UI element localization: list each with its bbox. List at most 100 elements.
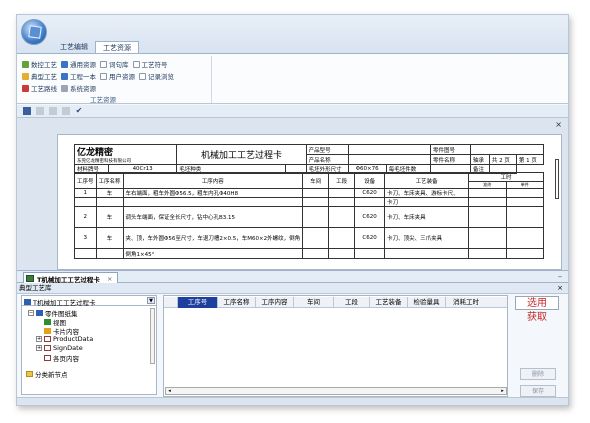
table-icon: [44, 336, 51, 342]
process-card-page: 亿龙精密 东莞亿龙精密科技有限公司 机械加工工艺过程卡 产品型号 零件图号 产品…: [57, 134, 562, 270]
minimize-icon[interactable]: –: [558, 272, 562, 281]
general-resources-button[interactable]: 通用资源: [61, 59, 96, 69]
document-area: × 亿龙精密 东莞亿龙精密科技有限公司 机械加工工艺过程卡 产品型号 零件图号 …: [17, 118, 568, 270]
checkbox-icon: [139, 72, 146, 80]
close-tab-icon[interactable]: ×: [107, 275, 112, 283]
product-name-label: 产品名称: [305, 154, 349, 165]
app-menu-button[interactable]: [21, 19, 47, 45]
tree-node-page-content[interactable]: 各页内容: [44, 353, 79, 363]
tree-scrollbar[interactable]: [150, 308, 155, 364]
user-resources-button[interactable]: 用户资源: [100, 71, 135, 81]
process-route-button[interactable]: 工艺路线: [22, 83, 57, 93]
grid-col-section[interactable]: 工段: [334, 297, 370, 308]
product-code-label: 产品型号: [305, 144, 349, 155]
table-icon: [44, 355, 51, 361]
grid-col-tooling[interactable]: 工艺装备: [370, 297, 408, 308]
grid-col-step-content[interactable]: 工序内容: [256, 297, 294, 308]
tree-node-productdata[interactable]: + ProductData: [36, 335, 93, 343]
chevron-left-icon[interactable]: ◂: [166, 388, 173, 394]
checkbox-icon: [132, 60, 140, 68]
table-icon: [44, 345, 51, 351]
tab-process-resources[interactable]: 工艺资源: [95, 41, 139, 53]
apply-button[interactable]: 选用: [515, 296, 559, 310]
ribbon-row-2: 典型工艺 工程一本 用户资源 记录浏览: [22, 71, 174, 81]
engineering-book-button[interactable]: 工程一本: [61, 71, 96, 81]
collapse-icon[interactable]: −: [28, 310, 34, 316]
card-title: 机械加工工艺过程卡: [176, 144, 307, 165]
grid-col-workshop[interactable]: 车间: [294, 297, 334, 308]
copy-icon[interactable]: [49, 107, 57, 115]
fetch-button[interactable]: 获取: [515, 311, 559, 325]
grid-col-time[interactable]: 消耗工时: [446, 297, 486, 308]
table-row[interactable]: 3 车 夹、顶，车外圆Φ56至尺寸，车退刀槽2×0.5，车M60×2外螺纹，倒角…: [74, 227, 545, 249]
part-name-value[interactable]: 轴承: [470, 154, 490, 165]
table-row[interactable]: 卡刀: [74, 197, 545, 207]
quick-access-toolbar: ✔: [17, 105, 568, 118]
library-panel-header: 典型工艺库 ×: [17, 283, 568, 294]
col-header-section: 工段: [328, 172, 356, 189]
library-title: 典型工艺库: [19, 284, 52, 292]
expand-icon[interactable]: +: [36, 336, 42, 342]
ribbon-tabs: 工艺编辑 工艺资源: [53, 41, 139, 53]
col-header-step-no: 工序号: [74, 172, 97, 189]
col-header-step-content: 工序内容: [122, 172, 304, 189]
ribbon-row-1: 数控工艺 通用资源 词句库 工艺符号: [22, 59, 168, 69]
library-root-select[interactable]: T机械加工工艺过程卡 ▼: [22, 296, 156, 307]
paste-icon[interactable]: [62, 107, 70, 115]
chevron-right-icon[interactable]: ▸: [499, 388, 506, 394]
system-resources-button[interactable]: 系统资源: [61, 83, 96, 93]
col-header-tooling: 工艺装备: [384, 172, 470, 189]
company-name: 东莞亿龙精密科技有限公司: [77, 159, 131, 164]
company-logo: 亿龙精密: [77, 148, 114, 158]
tab-process-edit[interactable]: 工艺编辑: [53, 41, 95, 53]
check-icon[interactable]: ✔: [75, 107, 83, 115]
process-grid: 工序号 工序名称 工序内容 车间 工段 工艺装备 检验量具 消耗工时 ◂ ▸: [163, 295, 508, 397]
document-tabstrip: T机械加工工艺过程卡 × –: [17, 270, 568, 284]
gear-icon: [61, 84, 68, 92]
col-header-step-name: 工序名称: [95, 172, 124, 189]
app-logo-icon: [28, 25, 42, 39]
grid-header: 工序号 工序名称 工序内容 车间 工段 工艺装备 检验量具 消耗工时: [164, 297, 507, 308]
side-actions: 选用 获取 删除 保存: [512, 295, 564, 397]
close-panel-icon[interactable]: ×: [557, 283, 563, 293]
part-name-label: 零件名称: [430, 154, 471, 165]
library-icon: [24, 299, 31, 305]
table-row[interactable]: 1 车 车右端面，粗车外圆Φ56.5，粗车内孔Φ40H8 C620 卡刀、车床夹…: [74, 188, 545, 198]
ribbon-row-3: 工艺路线 系统资源: [22, 83, 96, 93]
tree-node-signdate[interactable]: + SignDate: [36, 344, 83, 352]
record-browse-button[interactable]: 记录浏览: [139, 71, 174, 81]
part-code-label: 零件图号: [430, 144, 471, 155]
save-icon[interactable]: [23, 107, 31, 115]
document-scrollbar[interactable]: [555, 159, 559, 199]
folder-icon: [26, 371, 33, 377]
cut-icon[interactable]: [36, 107, 44, 115]
nc-process-button[interactable]: 数控工艺: [22, 59, 57, 69]
close-icon[interactable]: ×: [555, 120, 562, 129]
col-header-workshop: 车间: [302, 172, 330, 189]
expand-icon[interactable]: +: [36, 345, 42, 351]
grid-scrollbar[interactable]: ◂ ▸: [165, 387, 507, 395]
tree-node-new-category[interactable]: 分类新节点: [26, 369, 68, 379]
process-symbol-button[interactable]: 工艺符号: [132, 59, 168, 69]
folder-icon: [36, 310, 43, 316]
ribbon-group-resources: 数控工艺 通用资源 词句库 工艺符号 典型工艺 工程一本 用户资源 记录浏览 工…: [20, 56, 212, 104]
typical-process-button[interactable]: 典型工艺: [22, 71, 57, 81]
chevron-down-icon[interactable]: ▼: [147, 297, 155, 304]
delete-button[interactable]: 删除: [520, 368, 556, 380]
grid-col-step-name[interactable]: 工序名称: [218, 297, 256, 308]
route-icon: [22, 84, 29, 92]
grid-col-inspection[interactable]: 检验量具: [408, 297, 446, 308]
table-row[interactable]: 2 车 调头车端面，保证全长尺寸，钻中心孔B3.15 C620 卡刀、车床夹具: [74, 206, 545, 228]
grid-col-step-no[interactable]: 工序号: [178, 297, 218, 308]
ribbon-panel: 数控工艺 通用资源 词句库 工艺符号 典型工艺 工程一本 用户资源 记录浏览 工…: [17, 53, 568, 104]
save-button[interactable]: 保存: [520, 385, 556, 397]
phrase-library-button[interactable]: 词句库: [100, 59, 129, 69]
diamond-icon: [44, 319, 51, 325]
card-header-table: 亿龙精密 东莞亿龙精密科技有限公司 机械加工工艺过程卡 产品型号 零件图号 产品…: [73, 144, 545, 174]
col-header-time: 工时: [468, 172, 544, 182]
status-bar: [17, 397, 568, 405]
grid-row-header: [164, 297, 178, 308]
diamond-icon: [44, 328, 51, 334]
table-row[interactable]: 倒角1×45°: [74, 248, 545, 259]
flower-icon: [22, 72, 29, 80]
